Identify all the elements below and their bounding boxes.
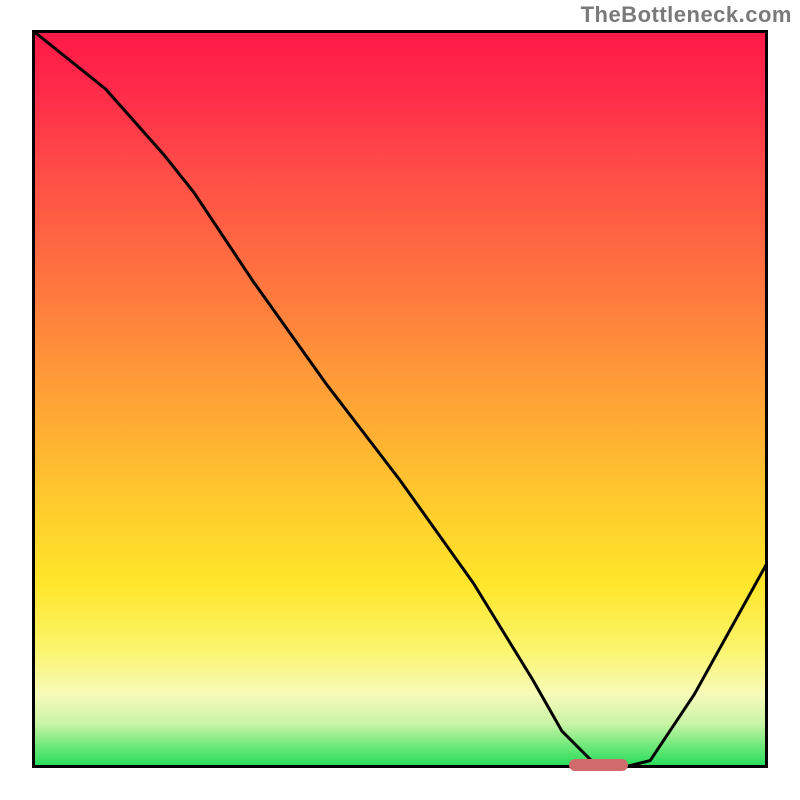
plot-area — [32, 30, 768, 768]
watermark-text: TheBottleneck.com — [581, 2, 792, 28]
bottleneck-curve — [32, 30, 768, 768]
optimal-range-marker — [569, 759, 628, 771]
bottleneck-chart: TheBottleneck.com — [0, 0, 800, 800]
